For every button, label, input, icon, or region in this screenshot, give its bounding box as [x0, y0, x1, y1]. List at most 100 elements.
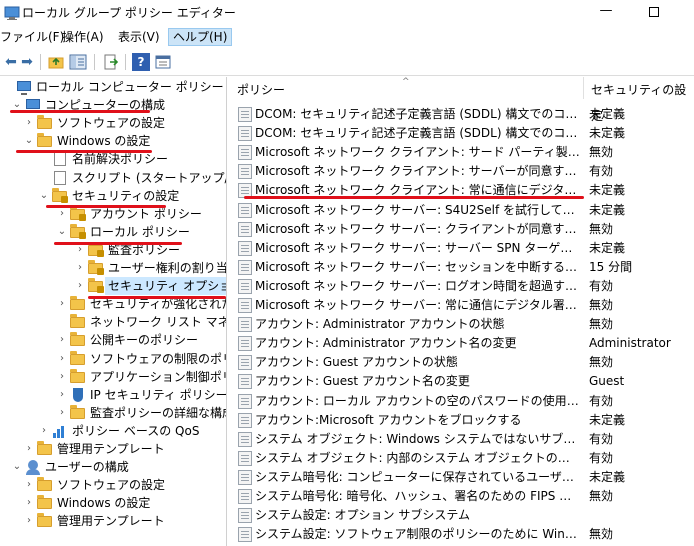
policy-row[interactable]: アカウント: Administrator アカウント名の変更 Administra… [230, 334, 694, 353]
policy-row[interactable]: Microsoft ネットワーク サーバー: セッションを中断する前に、ある一 1… [230, 258, 694, 277]
expand-arrow-icon[interactable]: › [74, 277, 86, 295]
policy-row[interactable]: システム暗号化: 暗号化、ハッシュ、署名のための FIPS 準拠アルゴリズム無効 [230, 487, 694, 506]
collapse-arrow-icon[interactable]: ⌄ [23, 132, 35, 150]
policy-row[interactable]: システム暗号化: コンピューターに保存されているユーザー キーに強力な未定義 [230, 468, 694, 487]
tree-item-label: セキュリティ オプション [105, 277, 226, 296]
collapse-arrow-icon[interactable]: ⌄ [11, 458, 23, 476]
group-policy-app-icon [4, 5, 20, 21]
expand-arrow-icon[interactable]: › [56, 386, 68, 404]
show-tree-icon[interactable] [69, 53, 87, 71]
policy-icon [238, 298, 252, 313]
policy-name: Microsoft ネットワーク サーバー: S4U2Self を試行して要求情… [255, 202, 581, 217]
policy-setting-value: 無効 [589, 298, 614, 312]
policy-row[interactable]: システム設定: ソフトウェア制限のポリシーのために Windows 実行可能無効 [230, 525, 694, 544]
red-annotation-underline [54, 242, 182, 245]
menu-view[interactable]: 表示(V) [114, 28, 164, 46]
policy-row[interactable]: システム オブジェクト: Windows システムではないサブシステムの大文有効 [230, 430, 694, 449]
policy-setting-value: 15 分間 [589, 259, 633, 274]
policy-setting-value: 無効 [589, 489, 614, 503]
folder-icon [37, 441, 53, 457]
red-annotation-underline [244, 196, 584, 199]
maximize-button[interactable] [644, 3, 664, 21]
policy-row[interactable]: システム オブジェクト: 内部のシステム オブジェクトの既定のアクセス許有効 [230, 449, 694, 468]
user-icon [25, 459, 41, 476]
properties-icon[interactable] [154, 53, 172, 71]
computer-icon [16, 79, 32, 95]
policy-icon [238, 126, 252, 142]
policy-icon [238, 489, 252, 504]
policy-row[interactable]: アカウント: ローカル アカウントの空のパスワードの使用をコンソール ログ有効 [230, 392, 694, 411]
collapse-arrow-icon[interactable]: ⌄ [56, 223, 68, 241]
toolbar-separator [125, 54, 126, 70]
folder-icon [37, 133, 53, 149]
export-list-icon[interactable] [102, 53, 120, 71]
policy-icon [238, 145, 252, 161]
menu-bar: ファイル(F) 操作(A) 表示(V) ヘルプ(H) [0, 26, 694, 48]
expand-arrow-icon[interactable]: › [23, 512, 35, 530]
policy-setting-value: 無効 [589, 355, 614, 370]
policy-icon [238, 221, 252, 237]
policy-row[interactable]: Microsoft ネットワーク サーバー: サーバー SPN ターゲット名検証… [230, 239, 694, 258]
policy-row[interactable]: Microsoft ネットワーク サーバー: 常に通信にデジタル署名を行う 無効 [230, 296, 694, 315]
expand-arrow-icon[interactable]: › [56, 350, 68, 368]
policy-row[interactable]: アカウント: Guest アカウントの状態 無効 [230, 353, 694, 372]
policy-name: Microsoft ネットワーク サーバー: クライアントが同意すれば、通信に [255, 221, 581, 236]
expand-arrow-icon[interactable]: › [56, 295, 68, 313]
expand-arrow-icon[interactable]: › [23, 494, 35, 512]
menu-help[interactable]: ヘルプ(H) [168, 28, 233, 46]
expand-arrow-icon[interactable]: › [56, 404, 68, 422]
shield-icon [70, 387, 86, 403]
policy-name: Microsoft ネットワーク サーバー: セッションを中断する前に、ある一 [255, 259, 581, 274]
policy-icon [238, 240, 252, 256]
expand-arrow-icon[interactable]: › [38, 422, 50, 440]
policy-list: ポリシー ^ セキュリティの設定 DCOM: セキュリティ記述子定義言語 (SD… [230, 77, 694, 546]
tree-item-label: 名前解決ポリシー [72, 152, 169, 167]
expand-arrow-icon[interactable]: › [74, 259, 86, 277]
policy-row[interactable]: アカウント: Administrator アカウントの状態 無効 [230, 315, 694, 334]
expand-arrow-icon[interactable]: › [23, 476, 35, 494]
expand-arrow-icon[interactable]: › [23, 440, 35, 458]
tree-item-label: 監査ポリシーの詳細な構成 [90, 405, 227, 420]
help-icon[interactable]: ? [132, 53, 150, 71]
security-folder-icon [70, 205, 86, 222]
policy-name: システム オブジェクト: 内部のシステム オブジェクトの既定のアクセス許 [255, 450, 581, 465]
minimize-button[interactable]: — [596, 3, 616, 21]
expand-arrow-icon[interactable]: › [23, 114, 35, 132]
policy-name: Microsoft ネットワーク クライアント: サーバーが同意すれば、通信に [255, 164, 581, 179]
folder-icon [70, 350, 86, 367]
policy-row[interactable]: Microsoft ネットワーク クライアント: サード パーティ製の SMB … [230, 143, 694, 162]
tree-item-label: ユーザーの構成 [45, 460, 129, 475]
policy-row[interactable]: アカウント: Guest アカウント名の変更 Guest [230, 372, 694, 391]
toolbar-separator [94, 54, 95, 70]
menu-action[interactable]: 操作(A) [58, 28, 108, 46]
collapse-arrow-icon[interactable]: ⌄ [38, 187, 50, 205]
forward-icon[interactable]: ➡ [18, 53, 36, 71]
tree-item-label: ソフトウェアの設定 [57, 478, 166, 493]
policy-setting-value: 有効 [589, 278, 614, 293]
policy-icon [238, 355, 252, 371]
expand-arrow-icon[interactable]: › [56, 331, 68, 349]
folder-icon [70, 296, 86, 312]
up-folder-icon[interactable] [47, 53, 65, 71]
policy-row[interactable]: DCOM: セキュリティ記述子定義言語 (SDDL) 構文でのコンピューター未定… [230, 124, 694, 143]
policy-name: アカウント: ローカル アカウントの空のパスワードの使用をコンソール ログ [255, 393, 581, 408]
policy-name: Microsoft ネットワーク サーバー: 常に通信にデジタル署名を行う [255, 298, 581, 312]
tree-item-label: Windows の設定 [57, 134, 151, 149]
policy-setting-value: 無効 [589, 145, 614, 160]
policy-row[interactable]: Microsoft ネットワーク サーバー: S4U2Self を試行して要求情… [230, 201, 694, 220]
folder-icon [37, 477, 53, 493]
folder-icon [37, 495, 53, 511]
policy-name: アカウント: Guest アカウント名の変更 [255, 374, 470, 389]
policy-row[interactable]: Microsoft ネットワーク サーバー: ログオン時間を超過するとクライアン… [230, 277, 694, 296]
policy-row[interactable]: システム設定: オプション サブシステム [230, 506, 694, 525]
policy-icon [238, 393, 252, 409]
policy-row[interactable]: DCOM: セキュリティ記述子定義言語 (SDDL) 構文でのコンピューター未定… [230, 105, 694, 124]
sort-ascending-icon: ^ [402, 77, 410, 87]
policy-row[interactable]: Microsoft ネットワーク サーバー: クライアントが同意すれば、通信に無… [230, 220, 694, 239]
policy-row[interactable]: アカウント:Microsoft アカウントをブロックする 未定義 [230, 411, 694, 430]
expand-arrow-icon[interactable]: › [56, 368, 68, 386]
policy-row[interactable]: Microsoft ネットワーク クライアント: サーバーが同意すれば、通信に有… [230, 162, 694, 181]
column-header-security-setting[interactable]: セキュリティの設定 [584, 77, 694, 123]
